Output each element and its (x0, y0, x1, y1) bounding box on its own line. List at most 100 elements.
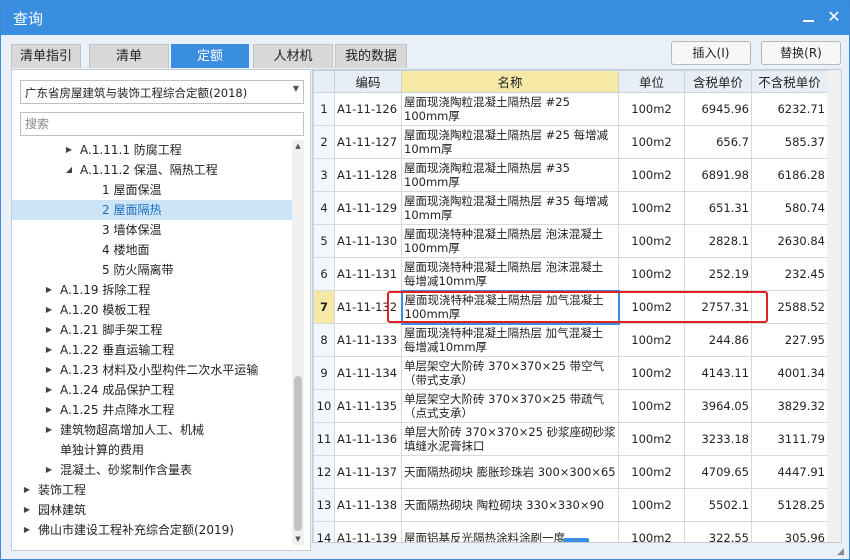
search-input[interactable] (20, 112, 304, 136)
tree-item[interactable]: ▶ A.1.21 脚手架工程 (12, 320, 292, 340)
row-code: A1-11-128 (334, 158, 402, 192)
tab-bill[interactable]: 清单 (89, 44, 169, 68)
col-header-code[interactable]: 编码 (334, 70, 402, 93)
tree-item[interactable]: 单独计算的费用 (12, 440, 292, 460)
table-row[interactable]: 8 A1-11-133 屋面现浇特种混凝土隔热层 加气混凝土 每增减10mm厚 100… (313, 323, 828, 357)
insert-button[interactable]: 插入(I) (671, 41, 751, 65)
table-row[interactable]: 2 A1-11-127 屋面现浇陶粒混凝土隔热层 #25 每增减10mm厚 100m2… (313, 125, 828, 159)
window-title: 查询 (13, 10, 44, 28)
tree-item-label: 2 屋面隔热 (102, 203, 162, 217)
expand-arrow-icon[interactable]: ▶ (64, 140, 74, 160)
tree-item[interactable]: ▶ A.1.25 井点降水工程 (12, 400, 292, 420)
resize-grip-icon[interactable]: ◢ (837, 547, 847, 557)
row-tax-price: 5502.1 (684, 488, 752, 522)
row-notax-price: 4001.34 (751, 356, 828, 390)
row-code: A1-11-136 (334, 422, 402, 456)
tab-labor-material[interactable]: 人材机 (253, 44, 333, 68)
tree-item-label: A.1.22 垂直运输工程 (60, 343, 175, 357)
results-panel: 编码 名称 单位 含税单价 不含税单价 1 A1-11-126 屋面现浇陶粒混凝土隔… (312, 69, 842, 543)
tree-item[interactable]: 1 屋面保温 (12, 180, 292, 200)
close-button[interactable]: ✕ (825, 8, 843, 26)
col-header-unit[interactable]: 单位 (618, 70, 685, 93)
row-notax-price: 6186.28 (751, 158, 828, 192)
table-row[interactable]: 3 A1-11-128 屋面现浇陶粒混凝土隔热层 #35 100mm厚 100m2 68… (313, 158, 828, 192)
tree-item[interactable]: 2 屋面隔热 (12, 200, 292, 220)
table-row[interactable]: 7 A1-11-132 屋面现浇特种混凝土隔热层 加气混凝土 100mm厚 100m2… (313, 289, 828, 325)
row-tax-price: 3964.05 (684, 389, 752, 423)
tree-item[interactable]: ▶ A.1.22 垂直运输工程 (12, 340, 292, 360)
tree-item[interactable]: ▶ 园林建筑 (12, 500, 292, 520)
tree-item[interactable]: ▶ A.1.23 材料及小型构件二次水平运输 (12, 360, 292, 380)
row-unit: 100m2 (618, 323, 685, 357)
row-tax-price: 3233.18 (684, 422, 752, 456)
tree-item[interactable]: ▶ A.1.24 成品保护工程 (12, 380, 292, 400)
tree-item[interactable]: ▶ A.1.19 拆除工程 (12, 280, 292, 300)
row-tax-price: 244.86 (684, 323, 752, 357)
tab-quota[interactable]: 定额 (171, 44, 249, 68)
tree-item-label: 混凝土、砂浆制作含量表 (60, 463, 193, 477)
category-tree: ▶ A.1.11.1 防腐工程 ◢ A.1.11.2 保温、隔热工程 1 屋面保温 2 屋… (12, 140, 292, 545)
scroll-up-icon[interactable]: ▲ (292, 140, 304, 152)
collapse-arrow-icon[interactable]: ◢ (64, 160, 74, 180)
table-row[interactable]: 4 A1-11-129 屋面现浇陶粒混凝土隔热层 #35 每增减10mm厚 100m2… (313, 191, 828, 225)
row-index: 13 (313, 488, 335, 522)
tree-item[interactable]: ▶ 建筑物超高增加人工、机械 (12, 420, 292, 440)
col-header-notax-price[interactable]: 不含税单价 (751, 70, 828, 93)
table-row[interactable]: 12 A1-11-137 天面隔热砌块 膨胀珍珠岩 300×300×65 100m2 4… (313, 455, 828, 489)
row-tax-price: 656.7 (684, 125, 752, 159)
library-select[interactable]: 广东省房屋建筑与装饰工程综合定额(2018) ▼ (20, 80, 304, 104)
col-header-tax-price[interactable]: 含税单价 (684, 70, 752, 93)
tab-bill-guide[interactable]: 清单指引 (11, 44, 81, 68)
scroll-down-icon[interactable]: ▼ (292, 533, 304, 545)
tree-item-label: 佛山市建设工程补充综合定额(2019) (38, 523, 234, 537)
expand-arrow-icon[interactable]: ▶ (44, 300, 54, 320)
close-icon: ✕ (827, 7, 841, 26)
tree-item[interactable]: ▶ 佛山市建设工程补充综合定额(2019) (12, 520, 292, 540)
row-name: 屋面现浇特种混凝土隔热层 泡沫混凝土 每增减10mm厚 (401, 257, 619, 291)
row-unit: 100m2 (618, 422, 685, 456)
expand-arrow-icon[interactable]: ▶ (22, 500, 32, 520)
expand-arrow-icon[interactable]: ▶ (44, 420, 54, 440)
expand-arrow-icon[interactable]: ▶ (44, 280, 54, 300)
table-row[interactable]: 13 A1-11-138 天面隔热砌块 陶粒砌块 330×330×90 100m2 55… (313, 488, 828, 522)
table-row[interactable]: 1 A1-11-126 屋面现浇陶粒混凝土隔热层 #25 100mm厚 100m2 69… (313, 92, 828, 126)
tree-item[interactable]: ▶ A.1.20 模板工程 (12, 300, 292, 320)
minimize-button[interactable] (799, 8, 817, 26)
row-name: 单层大阶砖 370×370×25 砂浆座砌砂浆填缝水泥膏抹口 (401, 422, 619, 456)
row-notax-price: 585.37 (751, 125, 828, 159)
row-code: A1-11-137 (334, 455, 402, 489)
expand-arrow-icon[interactable]: ▶ (44, 360, 54, 380)
expand-arrow-icon[interactable]: ▶ (22, 520, 32, 540)
row-tax-price: 6945.96 (684, 92, 752, 126)
table-scrollbar[interactable] (827, 70, 841, 542)
table-row[interactable]: 11 A1-11-136 单层大阶砖 370×370×25 砂浆座砌砂浆填缝水泥膏抹… (313, 422, 828, 456)
tree-item[interactable]: ▶ A.1.11.1 防腐工程 (12, 140, 292, 160)
tree-scrollbar-thumb[interactable] (294, 376, 302, 531)
expand-arrow-icon[interactable]: ▶ (44, 320, 54, 340)
tree-item-label: 装饰工程 (38, 483, 87, 497)
tab-my-data[interactable]: 我的数据 (335, 44, 407, 68)
tree-item[interactable]: 5 防火隔离带 (12, 260, 292, 280)
tree-item[interactable]: 4 楼地面 (12, 240, 292, 260)
tree-item[interactable]: ▶ 装饰工程 (12, 480, 292, 500)
row-code: A1-11-135 (334, 389, 402, 423)
row-name: 单层架空大阶砖 370×370×25 带空气（带式支承） (401, 356, 619, 390)
table-row[interactable]: 10 A1-11-135 单层架空大阶砖 370×370×25 带疏气（点式支承） 1… (313, 389, 828, 423)
tree-item[interactable]: ◢ A.1.11.2 保温、隔热工程 (12, 160, 292, 180)
expand-arrow-icon[interactable]: ▶ (44, 380, 54, 400)
expand-arrow-icon[interactable]: ▶ (44, 400, 54, 420)
row-notax-price: 6232.71 (751, 92, 828, 126)
tree-item[interactable]: ▶ 混凝土、砂浆制作含量表 (12, 460, 292, 480)
expand-arrow-icon[interactable]: ▶ (44, 460, 54, 480)
col-header-name[interactable]: 名称 (401, 70, 619, 93)
tree-item[interactable]: 3 墙体保温 (12, 220, 292, 240)
expand-arrow-icon[interactable]: ▶ (44, 340, 54, 360)
tree-scrollbar[interactable]: ▲ ▼ (292, 140, 304, 545)
expand-arrow-icon[interactable]: ▶ (22, 480, 32, 500)
replace-button[interactable]: 替换(R) (761, 41, 841, 65)
row-notax-price: 305.96 (751, 521, 828, 542)
table-row[interactable]: 5 A1-11-130 屋面现浇特种混凝土隔热层 泡沫混凝土 100mm厚 100m2… (313, 224, 828, 258)
collapse-handle[interactable] (563, 538, 589, 542)
table-row[interactable]: 6 A1-11-131 屋面现浇特种混凝土隔热层 泡沫混凝土 每增减10mm厚 100… (313, 257, 828, 291)
table-row[interactable]: 9 A1-11-134 单层架空大阶砖 370×370×25 带空气（带式支承） 10… (313, 356, 828, 390)
